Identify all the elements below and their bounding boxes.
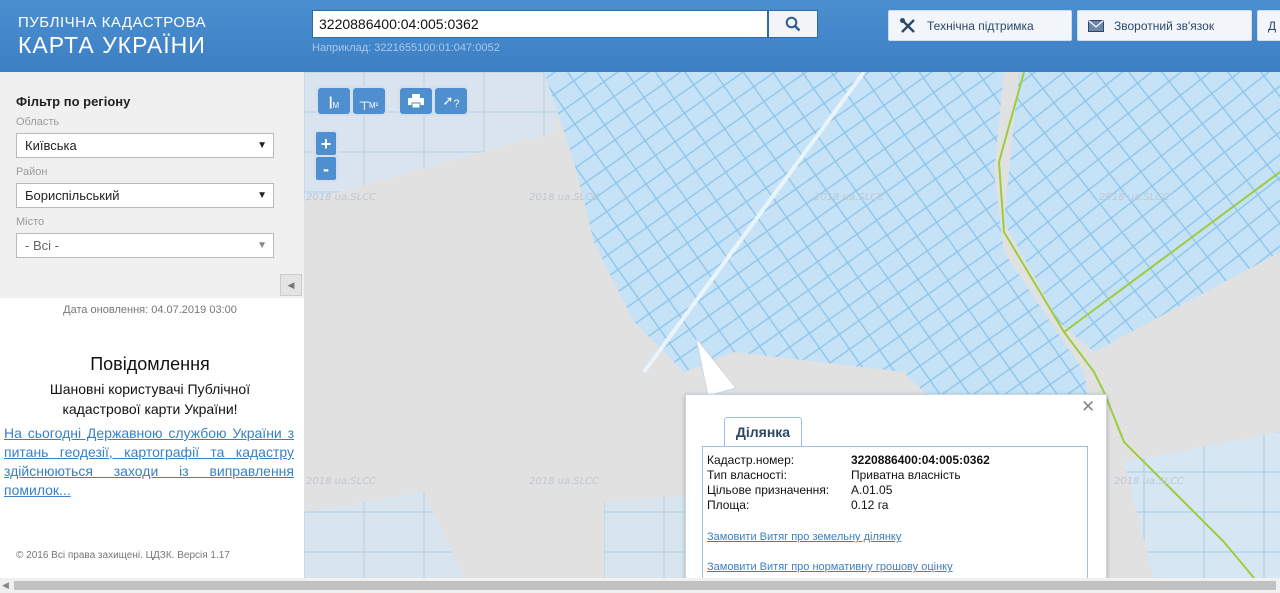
identify-button[interactable]: ➚? — [435, 88, 467, 114]
cursor-icon: ➚ — [442, 93, 454, 108]
left-sidebar: Фільтр по регіону Область Київська ▼ Рай… — [0, 72, 304, 578]
order-extract-link[interactable]: Замовити Витяг про земельну ділянку — [707, 531, 901, 543]
search-icon — [785, 16, 801, 32]
info-value: 3220886400:04:005:0362 — [851, 453, 990, 467]
search-button[interactable] — [768, 10, 818, 38]
region-select[interactable]: Київська ▼ — [16, 133, 274, 158]
parcel-info-popup: ✕ Ділянка Кадастр.номер: 3220886400:04:00… — [685, 394, 1107, 578]
region-label: Область — [16, 116, 60, 128]
district-select-value: Бориспільський — [25, 188, 120, 203]
parcels-southeast[interactable] — [1124, 432, 1280, 578]
measure-area-button[interactable]: ┬ М² — [353, 88, 385, 114]
envelope-icon — [1088, 19, 1104, 32]
brand-line-1: ПУБЛІЧНА КАДАСТРОВА — [18, 14, 207, 31]
info-key: Тип власності: — [707, 468, 787, 482]
print-icon — [408, 94, 424, 108]
info-toolbar: ➚? — [398, 86, 469, 116]
parcels-southwest[interactable] — [304, 492, 464, 578]
dropdown-arrow-icon: ▼ — [257, 240, 267, 251]
copyright: © 2016 Всі права захищені. ЦДЗК. Версія … — [16, 550, 230, 561]
watermark: 2018 ua.SLCC — [306, 192, 376, 203]
brand-line-2: КАРТА УКРАЇНИ — [18, 32, 206, 58]
tab-parcel[interactable]: Ділянка — [724, 417, 802, 446]
info-key: Площа: — [707, 498, 750, 512]
update-date: Дата оновлення: 04.07.2019 03:00 — [63, 304, 237, 316]
extra-header-label: Д — [1268, 18, 1277, 33]
zoom-controls: + - — [314, 130, 338, 182]
city-select-value: - Всі - — [25, 238, 59, 253]
notice-title: Повідомлення — [90, 354, 210, 374]
cadastral-search-input[interactable] — [313, 11, 767, 37]
cadastral-search-field[interactable] — [312, 10, 768, 38]
district-select[interactable]: Бориспільський ▼ — [16, 183, 274, 208]
filter-title: Фільтр по регіону — [16, 94, 131, 109]
dropdown-arrow-icon: ▼ — [257, 140, 267, 151]
scroll-left-icon[interactable]: ◀ — [2, 580, 9, 591]
zoom-in-button[interactable]: + — [316, 132, 336, 155]
watermark: 2018 ua.SLCC — [814, 192, 884, 203]
tools-icon — [900, 17, 915, 33]
close-icon[interactable]: ✕ — [1081, 397, 1095, 417]
technical-support-label: Технічна підтримка — [927, 18, 1034, 33]
info-value: A.01.05 — [851, 483, 893, 497]
chevron-left-icon: ◀ — [287, 279, 295, 290]
print-button[interactable] — [400, 88, 432, 114]
measure-distance-button[interactable]: | М — [318, 88, 350, 114]
search-example-hint: Наприклад: 3221655100:01:047:0052 — [312, 42, 500, 54]
extra-header-button[interactable]: Д — [1257, 10, 1280, 41]
zoom-out-button[interactable]: - — [316, 157, 336, 180]
region-filter-panel: Фільтр по регіону Область Київська ▼ Рай… — [0, 72, 304, 298]
technical-support-button[interactable]: Технічна підтримка — [888, 10, 1072, 41]
measure-toolbar: | М ┬ М² — [316, 86, 387, 116]
area-icon: ┬ — [359, 93, 369, 109]
scrollbar-thumb[interactable] — [14, 581, 1276, 590]
info-row-area: Площа: 0.12 га — [707, 498, 888, 512]
parcels-east-block[interactable] — [1004, 72, 1280, 352]
info-key: Цільове призначення: — [707, 483, 830, 497]
info-row-cadastral: Кадастр.номер: 3220886400:04:005:0362 — [707, 453, 990, 467]
parcel-info-panel: Кадастр.номер: 3220886400:04:005:0362 Тип… — [702, 446, 1088, 578]
popup-pointer — [696, 338, 737, 397]
header-bar: ПУБЛІЧНА КАДАСТРОВА КАРТА УКРАЇНИ Наприк… — [0, 0, 1280, 72]
watermark: 2018 ua.SLCC — [306, 476, 376, 487]
dropdown-arrow-icon: ▼ — [257, 190, 267, 201]
district-label: Район — [16, 166, 48, 178]
cadastral-map[interactable]: 2018 ua.SLCC 2018 ua.SLCC 2018 ua.SLCC 2… — [304, 72, 1280, 578]
info-value: Приватна власність — [851, 468, 961, 482]
watermark: 2018 ua.SLCC — [529, 192, 599, 203]
info-row-ownership: Тип власності: Приватна власність — [707, 468, 961, 482]
info-value: 0.12 га — [851, 498, 889, 512]
watermark: 2018 ua.SLCC — [529, 476, 599, 487]
horizontal-scrollbar[interactable]: ◀ — [0, 578, 1280, 593]
watermark: 2018 ua.SLCC — [1099, 192, 1169, 203]
watermark: 2018 ua.SLCC — [1114, 476, 1184, 487]
info-row-purpose: Цільове призначення: A.01.05 — [707, 483, 892, 497]
notice-greeting: Шановні користувачі Публічної кадастрово… — [49, 381, 251, 417]
city-label: Місто — [16, 216, 45, 228]
collapse-sidebar-button[interactable]: ◀ — [280, 274, 302, 296]
region-select-value: Київська — [25, 138, 77, 153]
feedback-label: Зворотний зв'язок — [1114, 18, 1215, 33]
feedback-button[interactable]: Зворотний зв'язок — [1077, 10, 1252, 41]
order-valuation-link[interactable]: Замовити Витяг про нормативну грошову оц… — [707, 561, 953, 573]
notice-link[interactable]: На сьогодні Державною службою України з … — [4, 424, 294, 500]
info-key: Кадастр.номер: — [707, 453, 795, 467]
city-select[interactable]: - Всі - ▼ — [16, 233, 274, 258]
